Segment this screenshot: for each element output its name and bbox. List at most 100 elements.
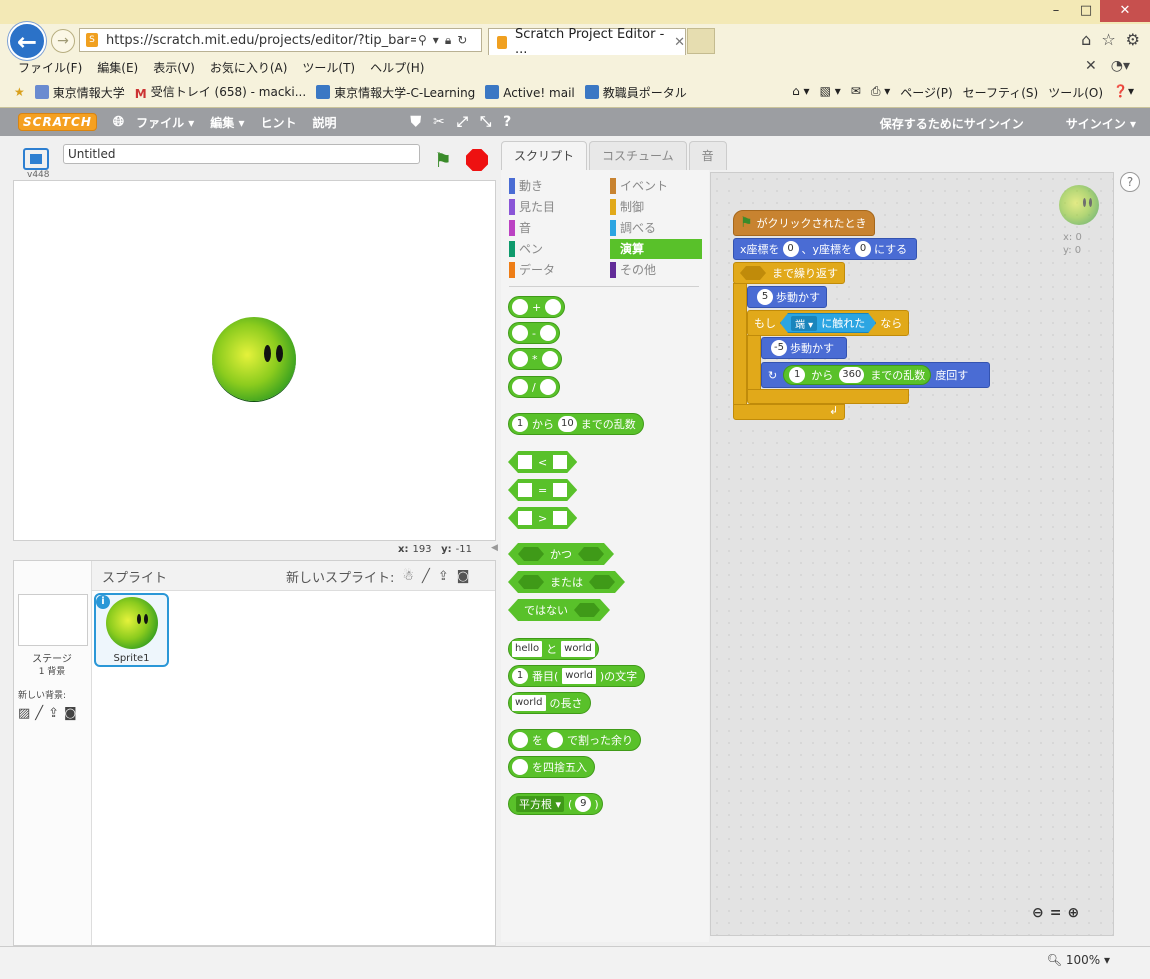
safety-menu[interactable]: セーフティ(S)	[963, 84, 1039, 101]
block-divide[interactable]: /	[508, 376, 560, 398]
random-reporter-block[interactable]: 1 から 360 までの乱数	[783, 365, 932, 385]
address-url[interactable]: https://scratch.mit.edu/projects/editor/…	[106, 33, 416, 48]
collapse-arrow-icon[interactable]: ◀	[491, 543, 501, 557]
tab-sounds[interactable]: 音	[688, 141, 727, 170]
home-dropdown-icon[interactable]: ⌂ ▾	[792, 84, 809, 101]
zoom-in-icon[interactable]: ⊕	[1067, 905, 1079, 921]
block-equals[interactable]: =	[508, 479, 577, 501]
block-letter-of[interactable]: 1 番目(world)の文字	[508, 665, 646, 687]
tab-costumes[interactable]: コスチューム	[589, 141, 687, 170]
translate-icon[interactable]: ◔▾	[1111, 58, 1130, 74]
zoom-reset-icon[interactable]: =	[1050, 905, 1062, 921]
lock-icon[interactable]: 🔒︎	[445, 33, 451, 48]
block-and[interactable]: かつ	[508, 543, 614, 565]
fav-item-1[interactable]: 東京情報大学	[34, 84, 125, 101]
category-more[interactable]: その他	[610, 260, 702, 280]
sprite-paint-icon[interactable]: ╱	[422, 569, 430, 584]
settings-gear-icon[interactable]: ⚙	[1126, 30, 1140, 49]
scratch-menu-edit[interactable]: 編集 ▾	[210, 114, 244, 131]
minimize-icon[interactable]: –	[1040, 0, 1072, 22]
move-steps-block[interactable]: 5 歩動かす	[747, 286, 827, 308]
sprite-card-sprite1[interactable]: i Sprite1	[94, 593, 169, 667]
category-control[interactable]: 制御	[610, 197, 702, 217]
zoom-level[interactable]: 🔍︎ 100% ▾	[1047, 953, 1110, 967]
block-round[interactable]: を四捨五入	[508, 756, 595, 778]
tools-menu[interactable]: ツール(O)	[1048, 84, 1103, 101]
scratch-menu-file[interactable]: ファイル ▾	[136, 114, 194, 131]
print-icon[interactable]: ⎙ ▾	[871, 84, 890, 101]
fav-item-5[interactable]: 教職員ポータル	[584, 84, 687, 101]
tab-scripts[interactable]: スクリプト	[501, 141, 588, 170]
category-sensing[interactable]: 調べる	[610, 218, 702, 238]
block-not[interactable]: ではない	[508, 599, 610, 621]
help-question-icon[interactable]: ?	[1120, 172, 1140, 192]
repeat-until-block[interactable]: まで繰り返す	[733, 262, 845, 284]
if-then-block[interactable]: もし 端 ▾ に触れた なら	[747, 310, 909, 336]
category-motion[interactable]: 動き	[509, 176, 601, 196]
scratch-menu-tips[interactable]: ヒント	[260, 114, 296, 131]
add-favorite-icon[interactable]: ★	[14, 85, 25, 99]
grow-icon[interactable]: ⤢	[457, 114, 468, 130]
when-flag-clicked-block[interactable]: ⚑ がクリックされたとき	[733, 210, 875, 236]
backdrop-camera-icon[interactable]: ◙	[64, 706, 77, 721]
block-math-function[interactable]: 平方根 ▾ (9)	[508, 793, 603, 815]
maximize-icon[interactable]: □	[1070, 0, 1102, 22]
script-area[interactable]: x: 0 y: 0 ⚑ がクリックされたとき x座標を 0 、y座標を 0 にする まで繰…	[710, 172, 1114, 936]
info-icon[interactable]: i	[96, 595, 110, 609]
category-looks[interactable]: 見た目	[509, 197, 601, 217]
favorites-star-icon[interactable]: ☆	[1101, 30, 1115, 49]
fullscreen-icon[interactable]	[23, 148, 49, 170]
sprite-on-stage[interactable]	[212, 317, 296, 401]
stage-thumbnail[interactable]	[18, 594, 88, 646]
save-signin-link[interactable]: 保存するためにサインイン	[880, 115, 1024, 132]
move-back-steps-block[interactable]: -5 歩動かす	[761, 337, 847, 359]
search-icon[interactable]: ⚲	[418, 33, 427, 48]
turn-degrees-block[interactable]: ↻ 1 から 360 までの乱数 度回す	[761, 362, 990, 388]
sprite-upload-icon[interactable]: ⇪	[438, 569, 449, 584]
fav-item-4[interactable]: Active! mail	[485, 84, 575, 100]
block-less-than[interactable]: <	[508, 451, 577, 473]
block-mod[interactable]: をで割った余り	[508, 729, 641, 751]
stage-canvas[interactable]	[13, 180, 496, 541]
signin-button[interactable]: サインイン ▾	[1066, 115, 1136, 132]
category-sound[interactable]: 音	[509, 218, 601, 238]
menu-edit[interactable]: 編集(E)	[97, 59, 138, 76]
duplicate-stamp-icon[interactable]: ⛊	[411, 114, 422, 130]
delete-scissors-icon[interactable]: ✂	[433, 114, 445, 130]
close-window-icon[interactable]: ✕	[1100, 0, 1150, 22]
close-menu-icon[interactable]: ✕	[1085, 58, 1097, 74]
dropdown-icon[interactable]: ▾	[433, 33, 439, 48]
block-pick-random[interactable]: 1 から 10 までの乱数	[508, 413, 644, 435]
refresh-icon[interactable]: ↻	[457, 33, 467, 48]
forward-arrow-icon[interactable]: →	[51, 29, 75, 53]
sprite-camera-icon[interactable]: ◙	[457, 569, 470, 584]
project-title-input[interactable]: Untitled	[63, 144, 420, 164]
browser-tab-scratch[interactable]: Scratch Project Editor - ... ✕	[488, 27, 686, 57]
go-to-xy-block[interactable]: x座標を 0 、y座標を 0 にする	[733, 238, 917, 260]
block-subtract[interactable]: -	[508, 322, 560, 344]
menu-view[interactable]: 表示(V)	[153, 59, 195, 76]
tab-close-icon[interactable]: ✕	[674, 35, 685, 50]
backdrop-upload-icon[interactable]: ⇪	[48, 706, 59, 721]
block-or[interactable]: または	[508, 571, 625, 593]
address-bar[interactable]: S https://scratch.mit.edu/projects/edito…	[79, 28, 482, 52]
shrink-icon[interactable]: ⤡	[480, 114, 491, 130]
menu-favorites[interactable]: お気に入り(A)	[210, 59, 288, 76]
category-pen[interactable]: ペン	[509, 239, 601, 259]
backdrop-library-icon[interactable]: ▨	[18, 706, 30, 721]
scratch-logo[interactable]: SCRATCH	[18, 113, 97, 131]
menu-help[interactable]: ヘルプ(H)	[370, 59, 424, 76]
block-add[interactable]: +	[508, 296, 566, 318]
block-multiply[interactable]: *	[508, 348, 562, 370]
home-icon[interactable]: ⌂	[1081, 30, 1091, 49]
backdrop-paint-icon[interactable]: ╱	[35, 706, 43, 721]
block-join[interactable]: hello と world	[508, 638, 599, 660]
green-flag-icon[interactable]: ⚑	[434, 148, 452, 172]
scratch-menu-about[interactable]: 説明	[313, 114, 337, 131]
touching-block[interactable]: 端 ▾ に触れた	[780, 313, 876, 333]
fav-item-3[interactable]: 東京情報大学-C-Learning	[316, 84, 475, 101]
zoom-out-icon[interactable]: ⊖	[1032, 905, 1044, 921]
page-menu[interactable]: ページ(P)	[900, 84, 952, 101]
feeds-icon[interactable]: ▧ ▾	[820, 84, 841, 101]
block-help-icon[interactable]: ?	[503, 114, 511, 130]
